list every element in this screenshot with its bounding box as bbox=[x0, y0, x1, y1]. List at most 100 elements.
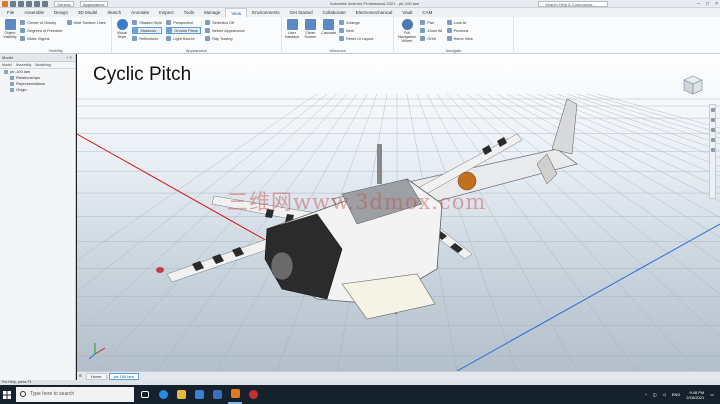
home-view-button[interactable]: Home View bbox=[446, 35, 473, 42]
zoom-all-button[interactable]: Zoom All bbox=[420, 27, 442, 34]
tree-item[interactable]: Origin bbox=[0, 87, 75, 93]
new-file-icon[interactable] bbox=[10, 0, 16, 7]
browser-tab-modelling[interactable]: Modelling bbox=[35, 63, 50, 67]
home-view-icon bbox=[446, 36, 452, 41]
tabs-menu-icon[interactable]: ≡ bbox=[79, 373, 82, 379]
tab-vault[interactable]: Vault bbox=[397, 8, 417, 17]
light-source-dropdown[interactable]: Light Source bbox=[166, 35, 200, 42]
degrees-of-freedom-toggle[interactable]: Degrees of Freedom bbox=[20, 27, 62, 34]
before-appearance-toggle[interactable]: Before Appearance bbox=[205, 27, 245, 34]
new-window-icon bbox=[339, 28, 345, 33]
watermark-text: 三维网www.3dmox.com bbox=[227, 190, 487, 214]
start-button[interactable] bbox=[0, 385, 14, 404]
doc-tab-home[interactable]: Home bbox=[85, 372, 107, 380]
undo-icon[interactable] bbox=[34, 0, 40, 7]
window-controls: – □ × bbox=[697, 1, 718, 7]
material-combo[interactable]: Generic bbox=[54, 0, 75, 7]
look-at-nav-icon[interactable] bbox=[710, 148, 715, 152]
shadows-dropdown[interactable]: Shadows bbox=[132, 27, 162, 34]
tab-assemble[interactable]: Assemble bbox=[19, 8, 49, 17]
help-search-input[interactable]: Search Help & Commands... bbox=[538, 1, 608, 7]
navigation-wheel-button[interactable]: Full Navigation Wheel bbox=[396, 19, 418, 43]
new-window-button[interactable]: New bbox=[339, 27, 373, 34]
tab-cam[interactable]: CAM bbox=[417, 8, 437, 17]
viewcube-icon[interactable] bbox=[682, 74, 704, 96]
clock[interactable]: 9:48 PM 2/18/2021 bbox=[686, 390, 704, 400]
orbit-nav-icon[interactable] bbox=[710, 138, 715, 142]
nav-wheel-icon[interactable] bbox=[710, 108, 715, 112]
network-icon[interactable]: ◫ bbox=[653, 392, 657, 397]
save-icon[interactable] bbox=[26, 0, 32, 7]
minimize-button[interactable]: – bbox=[697, 1, 700, 7]
degrees-of-freedom-icon bbox=[20, 28, 26, 33]
taskbar-mail[interactable] bbox=[210, 385, 224, 404]
navigate-panel-title: Navigate bbox=[445, 48, 462, 53]
selection-off-toggle[interactable]: Selection Off bbox=[205, 19, 245, 26]
tab-environments[interactable]: Environments bbox=[247, 8, 285, 17]
orbit-button[interactable]: Orbit bbox=[420, 35, 442, 42]
doc-tab-assembly[interactable]: ptr-100.iam bbox=[108, 372, 139, 380]
add-browser-icon[interactable]: + ≡ bbox=[66, 55, 72, 60]
tab-manage[interactable]: Manage bbox=[199, 8, 225, 17]
task-view-button[interactable] bbox=[138, 385, 152, 404]
tab-get-started[interactable]: Get Started bbox=[285, 8, 318, 17]
ray-tracing-toggle[interactable]: Ray Tracing bbox=[205, 35, 245, 42]
reflections-dropdown[interactable]: Reflections bbox=[132, 35, 162, 42]
reset-layout-icon bbox=[339, 36, 345, 41]
graphics-viewport[interactable]: Cyclic Pitch 三维网www.3dmox.com bbox=[77, 54, 720, 371]
tab-inspect[interactable]: Inspect bbox=[154, 8, 179, 17]
notification-icon[interactable]: ▭ bbox=[710, 392, 714, 397]
pan-button[interactable]: Pan bbox=[420, 19, 442, 26]
windows-taskbar: Type here to search ^ ◫ ◁ ENG 9:48 PM 2/… bbox=[0, 385, 720, 404]
tab-tools[interactable]: Tools bbox=[179, 8, 200, 17]
taskbar-edge[interactable] bbox=[156, 385, 170, 404]
taskbar-search-input[interactable]: Type here to search bbox=[16, 387, 134, 402]
open-file-icon[interactable] bbox=[18, 0, 24, 7]
taskbar-inventor[interactable] bbox=[228, 385, 242, 404]
close-button[interactable]: × bbox=[715, 1, 718, 7]
taskbar-recorder[interactable] bbox=[246, 385, 260, 404]
hide-surface-lines-toggle[interactable]: Hide Surface Lines bbox=[66, 19, 106, 26]
inventor-logo-icon[interactable] bbox=[2, 0, 8, 7]
ground-plane-dropdown[interactable]: Ground Plane bbox=[166, 27, 201, 34]
tab-electromechanical[interactable]: Electromechanical bbox=[351, 8, 398, 17]
rotor-mast bbox=[377, 144, 382, 184]
center-of-gravity-toggle[interactable]: Center of Gravity bbox=[20, 19, 62, 26]
appearance-combo[interactable]: Appearance bbox=[80, 0, 108, 7]
cascade-button[interactable]: Cascade bbox=[321, 19, 337, 35]
tab-design[interactable]: Design bbox=[49, 8, 73, 17]
pan-nav-icon[interactable] bbox=[710, 118, 715, 122]
visual-style-button[interactable]: Visual Style bbox=[114, 19, 130, 39]
user-interface-button[interactable]: User Interface bbox=[284, 19, 300, 39]
tab-view[interactable]: View bbox=[225, 8, 248, 17]
tab-annotate[interactable]: Annotate bbox=[126, 8, 154, 17]
surface-lines-icon bbox=[66, 20, 72, 25]
tab-3d-model[interactable]: 3D Model bbox=[73, 8, 102, 17]
arrange-button[interactable]: Arrange bbox=[339, 19, 373, 26]
tab-collaborate[interactable]: Collaborate bbox=[318, 8, 351, 17]
shaded-style-dropdown[interactable]: Shaded Style bbox=[132, 19, 162, 26]
folder-icon bbox=[10, 88, 14, 92]
look-at-button[interactable]: Look At bbox=[446, 19, 473, 26]
taskbar-store[interactable] bbox=[192, 385, 206, 404]
redo-icon[interactable] bbox=[42, 0, 48, 7]
browser-tab-assembly[interactable]: Assembly bbox=[16, 63, 32, 67]
ground-plane-icon bbox=[167, 28, 173, 33]
visibility-panel-title: Visibility bbox=[48, 48, 63, 53]
previous-view-button[interactable]: Previous bbox=[446, 27, 473, 34]
tab-file[interactable]: File bbox=[2, 8, 19, 17]
taskbar-file-explorer[interactable] bbox=[174, 385, 188, 404]
imate-glyphs-toggle[interactable]: iMate Glyphs bbox=[20, 35, 62, 42]
chevron-up-icon[interactable]: ^ bbox=[645, 392, 647, 397]
language-indicator[interactable]: ENG bbox=[672, 392, 681, 397]
object-visibility-button[interactable]: Object Visibility bbox=[2, 19, 18, 39]
browser-tab-model[interactable]: Model bbox=[2, 63, 12, 67]
zoom-nav-icon[interactable] bbox=[710, 128, 715, 132]
tab-sketch[interactable]: Sketch bbox=[102, 8, 126, 17]
volume-icon[interactable]: ◁ bbox=[663, 392, 666, 397]
reset-layout-button[interactable]: Reset UI Layout bbox=[339, 35, 373, 42]
perspective-dropdown[interactable]: Perspective bbox=[166, 19, 200, 26]
clean-screen-button[interactable]: Clean Screen bbox=[302, 19, 318, 39]
app-title: Autodesk Inventor Professional 2021 - pt… bbox=[330, 1, 420, 6]
maximize-button[interactable]: □ bbox=[706, 1, 709, 7]
